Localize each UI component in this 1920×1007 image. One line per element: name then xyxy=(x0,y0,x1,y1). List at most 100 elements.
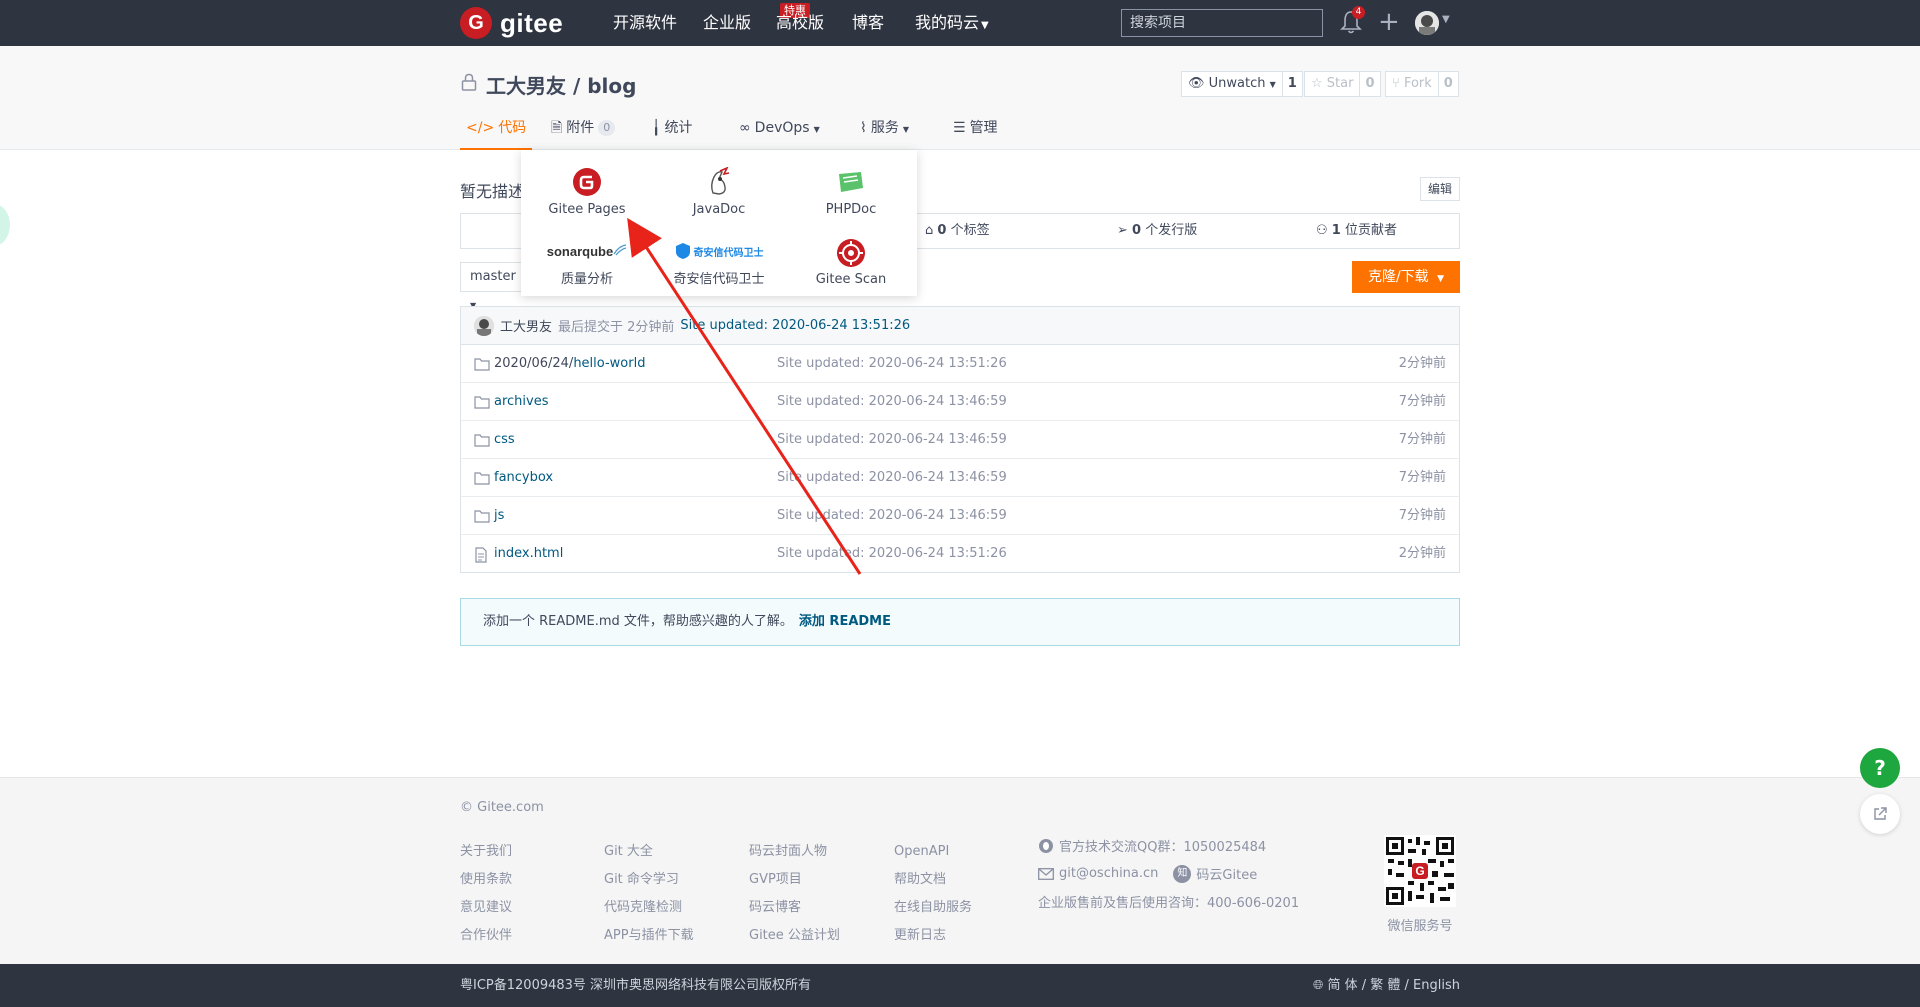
tab-stats[interactable]: ╽ 统计 xyxy=(652,118,692,150)
commit-author-avatar[interactable] xyxy=(474,315,494,336)
edit-description-button[interactable]: 编辑 xyxy=(1420,177,1461,201)
file-row[interactable]: archives Site updated: 2020-06-24 13:46:5… xyxy=(461,383,1459,421)
file-commit-message[interactable]: Site updated: 2020-06-24 13:46:59 xyxy=(777,459,1007,497)
file-commit-message[interactable]: Site updated: 2020-06-24 13:46:59 xyxy=(777,383,1007,421)
enterprise-consult: 企业版售前及售后使用咨询：400-606-0201 xyxy=(1038,896,1300,911)
menu-item-qianxin[interactable]: 奇安信代码卫士 奇安信代码卫士 xyxy=(653,238,785,287)
tab-attachments[interactable]: 🗎 附件 0 xyxy=(551,118,616,150)
menu-item-label: PHPDoc xyxy=(825,202,877,217)
side-float-tab[interactable] xyxy=(0,204,10,246)
footer-link[interactable]: 合作伙伴 xyxy=(460,922,512,950)
commit-message[interactable]: Site updated: 2020-06-24 13:51:26 xyxy=(680,318,910,333)
file-name[interactable]: css xyxy=(494,421,515,459)
nav-enterprise[interactable]: 企业版 xyxy=(703,0,751,46)
footer-link[interactable]: 码云博客 xyxy=(749,894,840,922)
nav-university[interactable]: 高校版 xyxy=(776,0,824,46)
help-button[interactable]: ? xyxy=(1860,748,1900,788)
footer-link[interactable]: APP与插件下载 xyxy=(604,922,694,950)
star-icon: ☆ xyxy=(1311,76,1323,91)
file-commit-message[interactable]: Site updated: 2020-06-24 13:46:59 xyxy=(777,421,1007,459)
contributors-stat[interactable]: ⚇ 1 位贡献者 xyxy=(1316,214,1397,248)
chevron-down-icon: ▼ xyxy=(813,125,820,134)
tab-services[interactable]: ⌇ 服务 ▼ xyxy=(860,118,909,150)
footer-link[interactable]: 使用条款 xyxy=(460,866,512,894)
file-link[interactable]: index.html xyxy=(494,546,563,561)
gitee-scan-icon xyxy=(837,239,865,267)
user-avatar[interactable] xyxy=(1415,11,1439,35)
services-dropdown-menu: Gitee Pages JavaDoc PHPDoc sonarqube 质量分… xyxy=(521,150,917,296)
commit-time: 最后提交于 2分钟前 xyxy=(558,320,675,335)
file-link[interactable]: fancybox xyxy=(494,470,553,485)
file-name[interactable]: 2020/06/24/hello-world xyxy=(494,345,645,383)
footer-link[interactable]: 码云封面人物 xyxy=(749,838,840,866)
repo-title[interactable]: 工大男友 / blog xyxy=(486,70,636,99)
file-row[interactable]: css Site updated: 2020-06-24 13:46:59 7分钟前 xyxy=(461,421,1459,459)
footer-link[interactable]: Git 大全 xyxy=(604,838,694,866)
footer-link[interactable]: GVP项目 xyxy=(749,866,840,894)
nav-my-gitee[interactable]: 我的码云 ▼ xyxy=(915,0,989,46)
tab-devops[interactable]: ∞ DevOps ▼ xyxy=(739,118,820,150)
footer-link[interactable]: 关于我们 xyxy=(460,838,512,866)
file-commit-message[interactable]: Site updated: 2020-06-24 13:51:26 xyxy=(777,535,1007,573)
menu-item-phpdoc[interactable]: PHPDoc xyxy=(785,166,917,217)
file-name[interactable]: js xyxy=(494,497,504,535)
menu-item-gitee-pages[interactable]: Gitee Pages xyxy=(521,166,653,217)
commit-author[interactable]: 工大男友 xyxy=(500,316,552,335)
lock-icon xyxy=(461,73,477,91)
add-readme-link[interactable]: 添加 README xyxy=(799,614,891,629)
file-row[interactable]: 2020/06/24/hello-world Site updated: 2020… xyxy=(461,345,1459,383)
file-row[interactable]: index.html Site updated: 2020-06-24 13:51… xyxy=(461,535,1459,573)
star-button[interactable]: ☆ Star 0 xyxy=(1304,71,1381,97)
zhihu-link[interactable]: 码云Gitee xyxy=(1196,864,1257,883)
gitee-logo[interactable]: G gitee xyxy=(460,7,563,39)
footer-link[interactable]: 更新日志 xyxy=(894,922,972,950)
footer-link[interactable]: 意见建议 xyxy=(460,894,512,922)
tab-code[interactable]: </> 代码 xyxy=(460,118,533,150)
unwatch-button[interactable]: 👁 Unwatch ▼ 1 xyxy=(1181,71,1303,97)
footer-link[interactable]: Gitee 公益计划 xyxy=(749,922,840,950)
file-commit-message[interactable]: Site updated: 2020-06-24 13:46:59 xyxy=(777,497,1007,535)
search-input[interactable]: 搜索项目 xyxy=(1121,9,1323,37)
file-name[interactable]: archives xyxy=(494,383,549,421)
chevron-down-icon[interactable]: ▼ xyxy=(1442,14,1450,25)
file-row[interactable]: fancybox Site updated: 2020-06-24 13:46:5… xyxy=(461,459,1459,497)
plus-icon[interactable]: + xyxy=(1378,9,1400,35)
footer-link[interactable]: Git 命令学习 xyxy=(604,866,694,894)
qq-icon xyxy=(1039,838,1053,853)
menu-item-javadoc[interactable]: JavaDoc xyxy=(653,166,785,217)
file-link[interactable]: css xyxy=(494,432,515,447)
fork-count: 0 xyxy=(1443,76,1453,91)
nav-open-source[interactable]: 开源软件 xyxy=(613,0,677,46)
share-button[interactable] xyxy=(1860,794,1900,834)
footer-link[interactable]: 在线自助服务 xyxy=(894,894,972,922)
clone-download-button[interactable]: 克隆/下载 ▼ xyxy=(1352,261,1460,293)
language-switcher[interactable]: 🌐︎ 简 体 / 繁 體 / English xyxy=(1313,964,1460,1007)
footer-link[interactable]: 帮助文档 xyxy=(894,866,972,894)
chevron-down-icon: ▼ xyxy=(1269,80,1276,89)
phpdoc-icon xyxy=(839,172,863,192)
email-link[interactable]: git@oschina.cn xyxy=(1059,866,1158,881)
menu-item-label: 质量分析 xyxy=(560,272,613,287)
branch-select[interactable]: master ▼ xyxy=(460,262,526,310)
file-link[interactable]: archives xyxy=(494,394,549,409)
file-name[interactable]: fancybox xyxy=(494,459,553,497)
menu-item-quality-analysis[interactable]: sonarqube 质量分析 xyxy=(521,238,653,287)
file-commit-time: 7分钟前 xyxy=(1398,394,1446,409)
icp-record[interactable]: 粤ICP备12009483号 深圳市奥思网络科技有限公司版权所有 xyxy=(460,964,811,1007)
file-link[interactable]: js xyxy=(494,508,504,523)
menu-item-gitee-scan[interactable]: Gitee Scan xyxy=(785,238,917,287)
nav-blog[interactable]: 博客 xyxy=(852,0,884,46)
footer-link[interactable]: 代码克隆检测 xyxy=(604,894,694,922)
footer-link[interactable]: OpenAPI xyxy=(894,838,972,866)
tags-stat[interactable]: ⌂ 0 个标签 xyxy=(925,214,990,248)
file-link[interactable]: hello-world xyxy=(573,356,645,371)
footer-column-help: OpenAPI 帮助文档 在线自助服务 更新日志 xyxy=(894,838,972,950)
file-row[interactable]: js Site updated: 2020-06-24 13:46:59 7分钟前 xyxy=(461,497,1459,535)
readme-tip: 添加一个 README.md 文件，帮助感兴趣的人了解。 添加 README xyxy=(460,598,1460,646)
file-name[interactable]: index.html xyxy=(494,535,563,573)
file-commit-message[interactable]: Site updated: 2020-06-24 13:51:26 xyxy=(777,345,1007,383)
releases-stat[interactable]: ➢ 0 个发行版 xyxy=(1117,214,1197,248)
code-icon: </> xyxy=(466,120,495,136)
fork-button[interactable]: ⑂ Fork 0 xyxy=(1385,71,1459,97)
tab-manage[interactable]: ☰ 管理 xyxy=(953,118,998,150)
